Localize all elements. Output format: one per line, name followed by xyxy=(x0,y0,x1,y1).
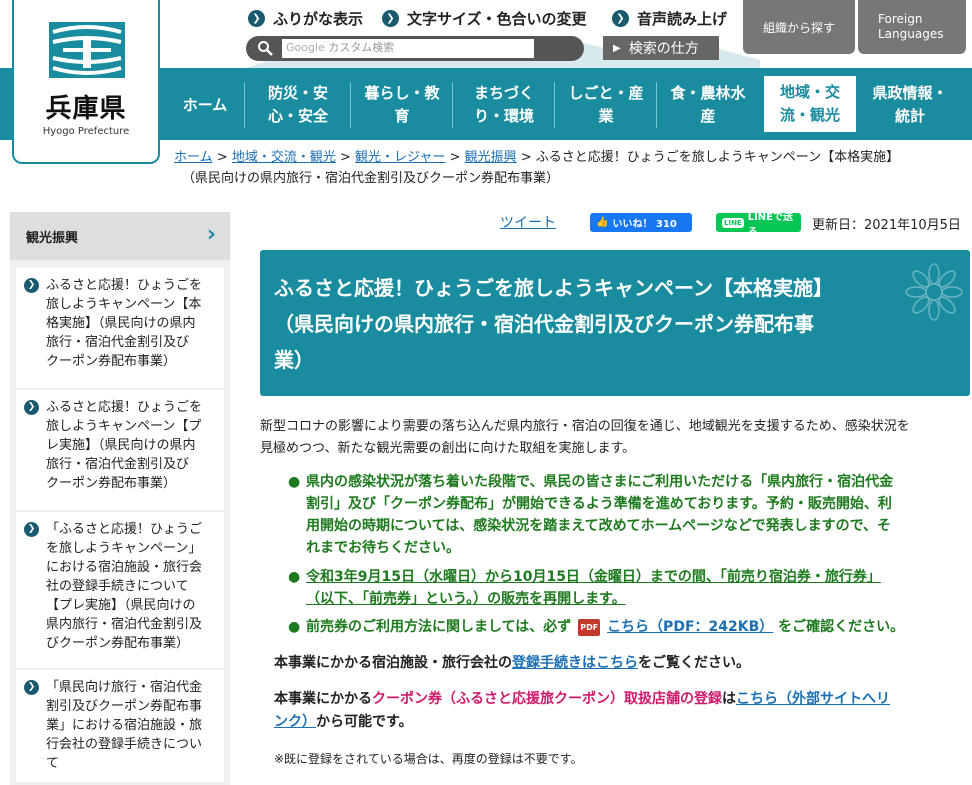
arrow-right-icon: ❯ xyxy=(612,10,629,27)
registration-para: 本事業にかかる宿泊施設・旅行会社の登録手続きはこちらをご覧ください。 xyxy=(274,655,750,671)
tweet-link[interactable]: ツイート xyxy=(500,212,556,232)
arrow-right-icon: ❯ xyxy=(248,10,265,27)
nav-govinfo[interactable]: 県政情報・ 統計 xyxy=(862,74,958,136)
nav-disaster[interactable]: 防災・安 心・安全 xyxy=(248,74,348,136)
update-date: 更新日：2021年10月5日 xyxy=(812,218,961,233)
nav-divider xyxy=(554,82,555,128)
nav-divider xyxy=(452,82,453,128)
logo-english: Hyogo Prefecture xyxy=(42,126,130,137)
arrow-right-icon: ❯ xyxy=(24,400,39,415)
search-icon xyxy=(258,41,273,56)
bullet-dot-icon: ● xyxy=(288,569,301,585)
notice-item: ● 前売券のご利用方法に関しましては、必ず PDF こちら（PDF：242KB）… xyxy=(288,616,963,638)
breadcrumb-current: ふるさと応援！ひょうごを旅しようキャンペーン【本格実施】 xyxy=(535,150,900,165)
furigana-link[interactable]: ❯ ふりがな表示 xyxy=(248,8,363,29)
nav-living[interactable]: 暮らし・教育 xyxy=(354,74,450,136)
notice-item: ● 令和3年9月15日（水曜日）から10月15日（金曜日）までの間、「前売り宿泊… xyxy=(288,566,963,610)
breadcrumb-leisure[interactable]: 観光・レジャー xyxy=(355,150,445,165)
sidebar-item[interactable]: ❯ 「県民向け旅行・宿泊代金 割引及びクーポン券配布事 業」における宿泊施設・旅… xyxy=(16,670,224,782)
arrow-right-icon: ❯ xyxy=(24,278,39,293)
coupon-para: 本事業にかかるクーポン券（ふるさと応援旅クーポン）取扱店舗の登録はこちら（外部サ… xyxy=(274,691,890,730)
intro-text: 新型コロナの影響により需要の落ち込んだ県内旅行・宿泊の回復を通じ、地域観光を支援… xyxy=(260,419,910,456)
nav-home[interactable]: ホーム xyxy=(168,74,242,136)
arrow-right-icon: ❯ xyxy=(382,10,399,27)
bullet-dot-icon: ● xyxy=(288,619,301,635)
pdf-icon: PDF xyxy=(578,618,601,636)
breadcrumb: ホーム > 地域・交流・観光 > 観光・レジャー > 観光振興 > ふるさと応援… xyxy=(174,147,964,189)
notice-item: ● 県内の感染状況が落ち着いた段階で、県民の皆さまにご利用いただける「県内旅行・… xyxy=(288,471,963,559)
sidebar-item[interactable]: ❯ ふるさと応援！ひょうごを 旅しようキャンペーン【本 格実施】（県民向けの県内… xyxy=(16,268,224,388)
thumbs-up-icon: 👍 xyxy=(596,217,609,228)
chevron-right-icon: › xyxy=(206,222,216,247)
registration-link[interactable]: 登録手続きはこちら xyxy=(512,655,638,671)
line-logo-icon: LINE xyxy=(722,217,744,228)
search-howto-button[interactable]: ▶ 検索の仕方 xyxy=(603,36,719,60)
logo-name: 兵庫県 xyxy=(45,94,127,124)
nav-town[interactable]: まちづく り・環境 xyxy=(456,74,552,136)
triangle-right-icon: ▶ xyxy=(613,42,621,54)
external-link-cont[interactable]: ンク） xyxy=(274,714,316,730)
pdf-guide-link[interactable]: こちら（PDF：242KB） xyxy=(607,619,773,635)
nav-tourism[interactable]: 地域・交 流・観光 xyxy=(762,74,858,136)
facebook-like-button[interactable]: 👍 いいね！ 310 xyxy=(590,213,692,232)
breadcrumb-promotion[interactable]: 観光振興 xyxy=(465,150,517,165)
search-input[interactable]: Google カスタム検索 xyxy=(282,39,534,58)
sidebar-heading[interactable]: 観光振興 › xyxy=(10,212,230,260)
page-title: ふるさと応援！ひょうごを旅しようキャンペーン【本格実施】 （県民向けの県内旅行・… xyxy=(274,276,833,372)
hyogo-emblem-icon xyxy=(49,22,125,78)
site-logo[interactable]: 兵庫県 Hyogo Prefecture xyxy=(12,0,160,164)
breadcrumb-home[interactable]: ホーム xyxy=(174,150,213,165)
nav-divider xyxy=(656,82,657,128)
nav-divider xyxy=(244,82,245,128)
nav-work[interactable]: しごと・産業 xyxy=(558,74,654,136)
arrow-right-icon: ❯ xyxy=(24,522,39,537)
text-size-color-link[interactable]: ❯ 文字サイズ・色合いの変更 xyxy=(382,8,587,29)
breadcrumb-region[interactable]: 地域・交流・観光 xyxy=(232,150,336,165)
sidebar-item[interactable]: ❯ ふるさと応援！ひょうごを 旅しようキャンペーン【プ レ実施】（県民向けの県内… xyxy=(16,390,224,510)
search-bar: Google カスタム検索 検索 xyxy=(246,36,822,61)
page-title-box: ふるさと応援！ひょうごを旅しようキャンペーン【本格実施】 （県民向けの県内旅行・… xyxy=(260,250,970,396)
line-share-button[interactable]: LINE LINEで送る xyxy=(716,212,801,238)
org-search-button[interactable]: 組織から探す xyxy=(743,0,855,54)
nav-divider xyxy=(350,82,351,128)
foreign-languages-button[interactable]: Foreign Languages xyxy=(858,0,966,54)
arrow-right-icon: ❯ xyxy=(24,680,39,695)
breadcrumb-current-cont: （県民向けの県内旅行・宿泊代金割引及びクーポン券配布事業） xyxy=(182,171,560,186)
bullet-dot-icon: ● xyxy=(288,474,301,490)
note-text: ※既に登録をされている場合は、再度の登録は不要です。 xyxy=(274,752,583,766)
sidebar-item[interactable]: ❯ 「ふるさと応援！ひょうご を旅しようキャンペーン」 における宿泊施設・旅行会… xyxy=(16,512,224,668)
external-link[interactable]: こちら（外部サイトへリ xyxy=(736,691,890,707)
sidebar: 観光振興 › ❯ ふるさと応援！ひょうごを 旅しようキャンペーン【本 格実施】（… xyxy=(10,212,230,785)
read-aloud-link[interactable]: ❯ 音声読み上げ xyxy=(612,8,727,29)
nav-food[interactable]: 食・農林水産 xyxy=(660,74,756,136)
